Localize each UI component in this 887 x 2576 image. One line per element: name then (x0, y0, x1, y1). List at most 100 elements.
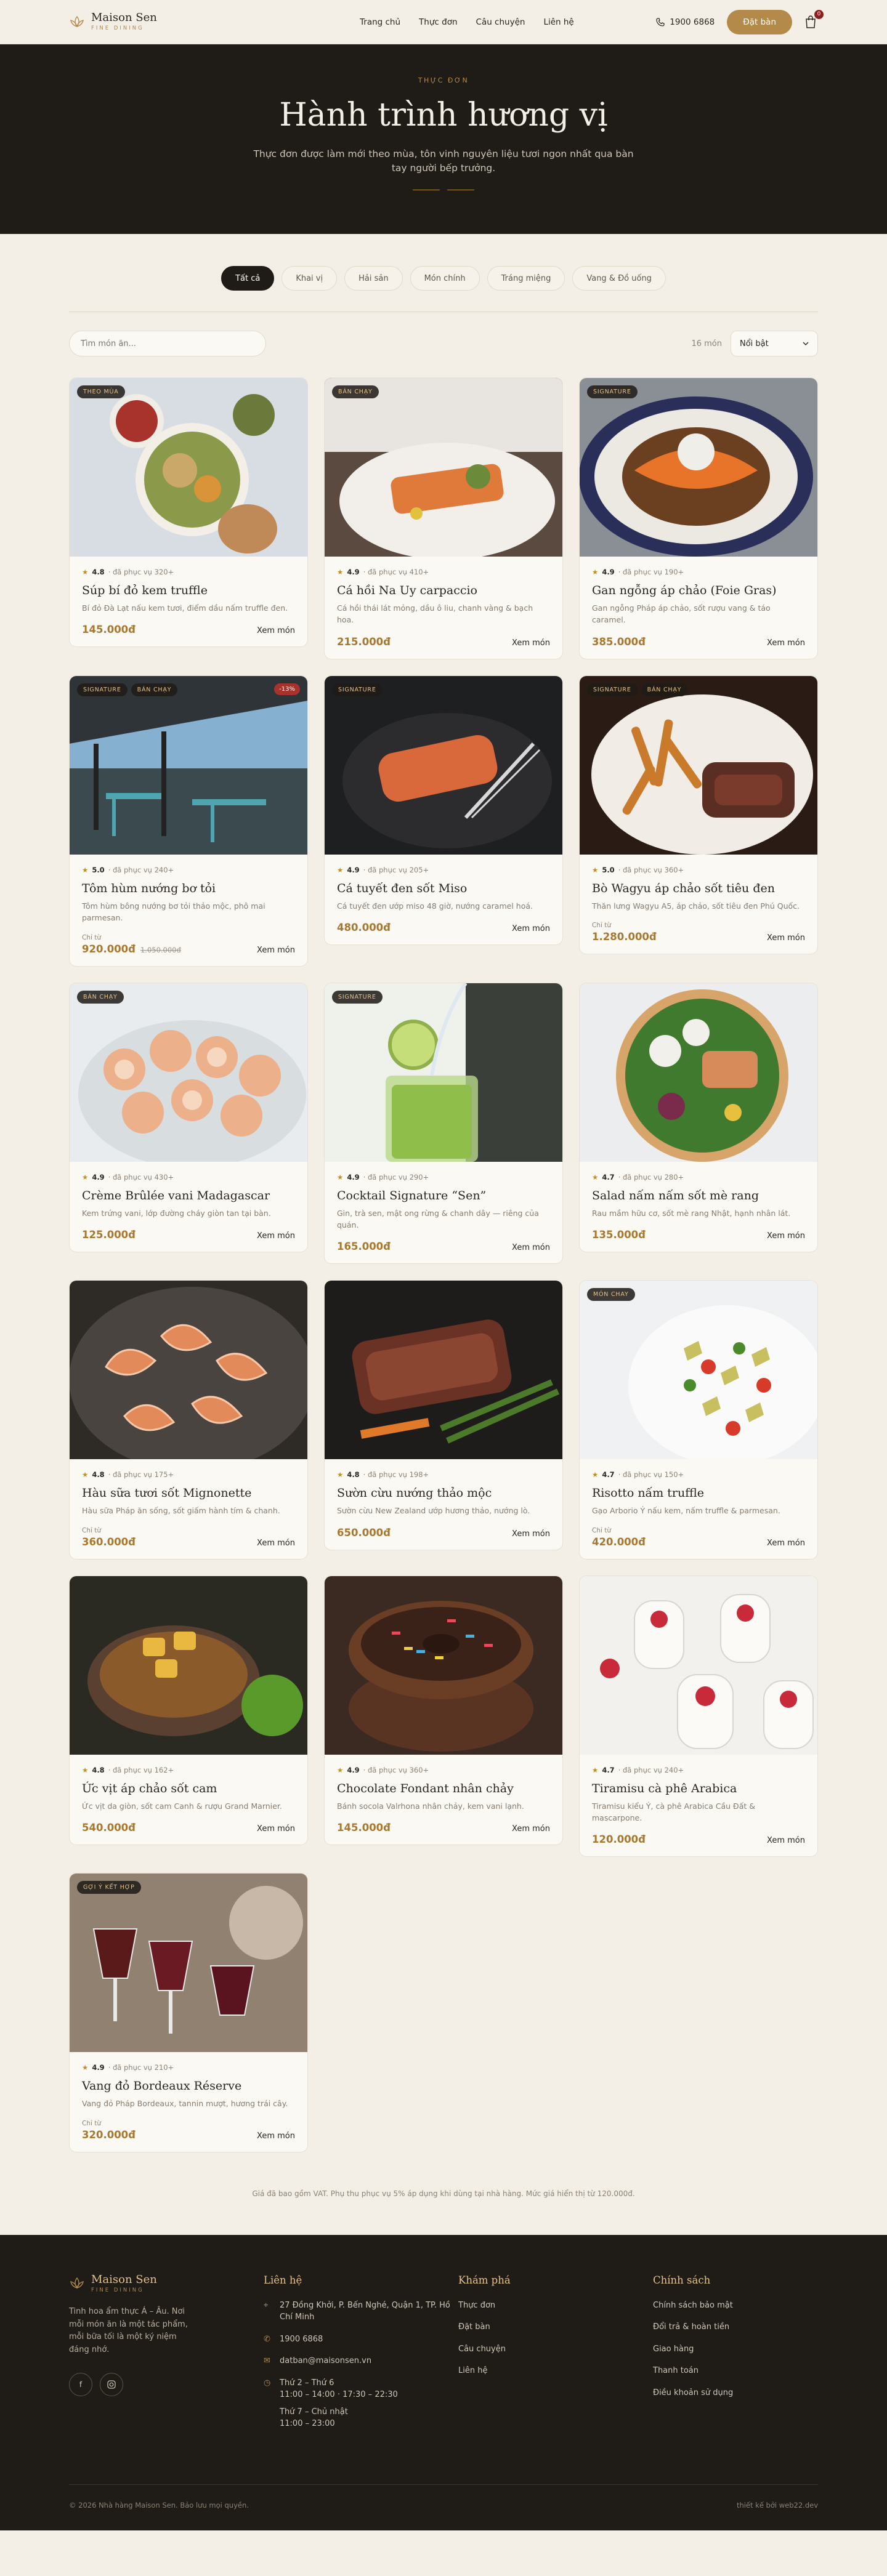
footer-link-terms[interactable]: Điều khoản sử dụng (653, 2387, 818, 2399)
menu-card[interactable]: ★ 4.8 · đã phục vụ 175+ Hàu sữa tươi sốt… (69, 1280, 308, 1560)
dish-photo[interactable]: GỢI Ý KẾT HỢP (70, 1874, 307, 2053)
dish-title[interactable]: Cá hồi Na Uy carpaccio (337, 584, 550, 597)
menu-card[interactable]: THEO MÙA ★ 4.8 · đã phục vụ 320+ Súp bí … (69, 377, 308, 648)
menu-card[interactable]: SIGNATURE BÁN CHẠY -13% ★ 5.0 · đã phục v… (69, 675, 308, 967)
book-table-button[interactable]: Đặt bàn (727, 9, 792, 34)
dish-photo[interactable]: SIGNATURE BÁN CHẠY -13% (70, 675, 307, 855)
dish-photo[interactable] (580, 983, 817, 1162)
menu-card[interactable]: GỢI Ý KẾT HỢP ★ 4.9 · đã phục vụ 210+ Va… (69, 1873, 308, 2152)
view-dish-button[interactable]: Xem món (512, 1529, 550, 1539)
view-dish-button[interactable]: Xem món (257, 1231, 295, 1241)
menu-card[interactable]: ★ 4.7 · đã phục vụ 240+ Tiramisu cà phê … (579, 1575, 818, 1858)
view-dish-button[interactable]: Xem món (512, 638, 550, 648)
dish-title[interactable]: Tôm hùm nướng bơ tỏi (82, 882, 295, 895)
card-body: ★ 4.7 · đã phục vụ 280+ Salad nấm nấm số… (580, 1162, 817, 1252)
dish-title[interactable]: Vang đỏ Bordeaux Réserve (82, 2079, 295, 2093)
footer-link-book[interactable]: Đặt bàn (458, 2321, 653, 2333)
dish-photo[interactable] (580, 1576, 817, 1755)
dish-title[interactable]: Sườn cừu nướng thảo mộc (337, 1486, 550, 1500)
dish-price: 120.000đ (592, 1833, 646, 1845)
header-phone[interactable]: 1900 6868 (656, 17, 715, 27)
footer-link-delivery[interactable]: Giao hàng (653, 2343, 818, 2356)
menu-card[interactable]: ★ 4.8 · đã phục vụ 162+ Ức vịt áp chảo s… (69, 1575, 308, 1845)
view-dish-button[interactable]: Xem món (767, 638, 805, 648)
dish-photo[interactable]: BÁN CHẠY (70, 983, 307, 1162)
view-dish-button[interactable]: Xem món (512, 1243, 550, 1252)
cart-button[interactable]: 0 (804, 9, 824, 29)
dish-title[interactable]: Chocolate Fondant nhân chảy (337, 1782, 550, 1795)
menu-card[interactable]: BÁN CHẠY ★ 4.9 · đã phục vụ 430+ Crème B… (69, 982, 308, 1252)
view-dish-button[interactable]: Xem món (257, 1824, 295, 1833)
dish-photo[interactable]: SIGNATURE (580, 378, 817, 557)
dish-title[interactable]: Súp bí đỏ kem truffle (82, 584, 295, 597)
footer-phone[interactable]: ✆ 1900 6868 (264, 2333, 458, 2346)
dish-photo[interactable] (70, 1281, 307, 1460)
menu-card[interactable]: BÁN CHẠY ★ 4.9 · đã phục vụ 410+ Cá hồi … (324, 377, 563, 659)
instagram-icon[interactable] (100, 2372, 123, 2396)
dish-title[interactable]: Gan ngỗng áp chảo (Foie Gras) (592, 584, 805, 597)
dish-photo[interactable]: SIGNATURE (325, 983, 562, 1162)
view-dish-button[interactable]: Xem món (767, 1836, 805, 1845)
footer-logo[interactable]: Maison Sen FINE DINING (69, 2274, 264, 2293)
dish-title[interactable]: Cá tuyết đen sốt Miso (337, 882, 550, 895)
menu-card[interactable]: SIGNATURE ★ 4.9 · đã phục vụ 290+ Cockta… (324, 982, 563, 1265)
filter-starters[interactable]: Khai vị (281, 266, 338, 291)
dish-photo[interactable] (325, 1576, 562, 1755)
footer-link-privacy[interactable]: Chính sách bảo mật (653, 2300, 818, 2312)
view-dish-button[interactable]: Xem món (257, 626, 295, 635)
footer-link-contact[interactable]: Liên hệ (458, 2365, 653, 2377)
sort-select[interactable]: Nổi bật (731, 331, 818, 356)
footer-link-story[interactable]: Câu chuyện (458, 2343, 653, 2356)
footer-link-refund[interactable]: Đổi trả & hoàn tiền (653, 2321, 818, 2333)
view-dish-button[interactable]: Xem món (257, 946, 295, 955)
dish-title[interactable]: Hàu sữa tươi sốt Mignonette (82, 1486, 295, 1500)
nav-story[interactable]: Câu chuyện (476, 17, 525, 27)
nav-contact[interactable]: Liên hệ (543, 17, 573, 27)
filter-seafood[interactable]: Hải sản (344, 266, 403, 291)
menu-card[interactable]: SIGNATURE ★ 4.9 · đã phục vụ 190+ Gan ng… (579, 377, 818, 659)
menu-card[interactable]: ★ 4.7 · đã phục vụ 280+ Salad nấm nấm số… (579, 982, 818, 1252)
dish-photo[interactable]: SIGNATURE (325, 675, 562, 855)
view-dish-button[interactable]: Xem món (257, 1539, 295, 1548)
footer-link-payment[interactable]: Thanh toán (653, 2365, 818, 2377)
dish-photo[interactable] (70, 1576, 307, 1755)
filter-desserts[interactable]: Tráng miệng (487, 266, 565, 291)
dish-title[interactable]: Crème Brûlée vani Madagascar (82, 1189, 295, 1202)
menu-card[interactable]: SIGNATURE BÁN CHẠY ★ 5.0 · đã phục vụ 360… (579, 675, 818, 955)
toolbar-right: 16 món Nổi bật (691, 331, 818, 356)
facebook-icon[interactable]: f (69, 2372, 92, 2396)
dish-photo[interactable] (325, 1281, 562, 1460)
menu-card[interactable]: ★ 4.8 · đã phục vụ 198+ Sườn cừu nướng t… (324, 1280, 563, 1550)
footer-email[interactable]: ✉ datban@maisonsen.vn (264, 2355, 458, 2367)
view-dish-button[interactable]: Xem món (512, 1824, 550, 1833)
search-input[interactable] (69, 331, 266, 356)
view-dish-button[interactable]: Xem món (767, 1539, 805, 1548)
footer-link-menu[interactable]: Thực đơn (458, 2300, 653, 2312)
view-dish-button[interactable]: Xem món (512, 924, 550, 933)
filter-drinks[interactable]: Vang & Đồ uống (572, 266, 666, 291)
view-dish-button[interactable]: Xem món (767, 933, 805, 943)
logo[interactable]: Maison Sen FINE DINING (69, 12, 291, 31)
nav-home[interactable]: Trang chủ (360, 17, 400, 27)
dish-photo[interactable]: MÓN CHAY (580, 1281, 817, 1460)
dish-photo[interactable]: BÁN CHẠY (325, 378, 562, 557)
dish-title[interactable]: Tiramisu cà phê Arabica (592, 1782, 805, 1795)
credit[interactable]: thiết kế bởi web22.dev (737, 2501, 818, 2510)
menu-card[interactable]: MÓN CHAY ★ 4.7 · đã phục vụ 150+ Risotto… (579, 1280, 818, 1560)
card-badge: THEO MÙA (77, 385, 125, 398)
dish-photo[interactable]: THEO MÙA (70, 378, 307, 557)
card-served: · đã phục vụ 240+ (618, 1765, 684, 1774)
dish-photo[interactable]: SIGNATURE BÁN CHẠY (580, 675, 817, 855)
view-dish-button[interactable]: Xem món (257, 2131, 295, 2141)
menu-card[interactable]: SIGNATURE ★ 4.9 · đã phục vụ 205+ Cá tuy… (324, 675, 563, 946)
dish-title[interactable]: Risotto nấm truffle (592, 1486, 805, 1500)
filter-mains[interactable]: Món chính (410, 266, 480, 291)
dish-title[interactable]: Bò Wagyu áp chảo sốt tiêu đen (592, 882, 805, 895)
filter-all[interactable]: Tất cả (221, 266, 275, 291)
menu-card[interactable]: ★ 4.9 · đã phục vụ 360+ Chocolate Fondan… (324, 1575, 563, 1845)
dish-title[interactable]: Cocktail Signature “Sen” (337, 1189, 550, 1202)
nav-menu[interactable]: Thực đơn (419, 17, 457, 27)
dish-title[interactable]: Ức vịt áp chảo sốt cam (82, 1782, 295, 1795)
dish-title[interactable]: Salad nấm nấm sốt mè rang (592, 1189, 805, 1202)
view-dish-button[interactable]: Xem món (767, 1231, 805, 1241)
